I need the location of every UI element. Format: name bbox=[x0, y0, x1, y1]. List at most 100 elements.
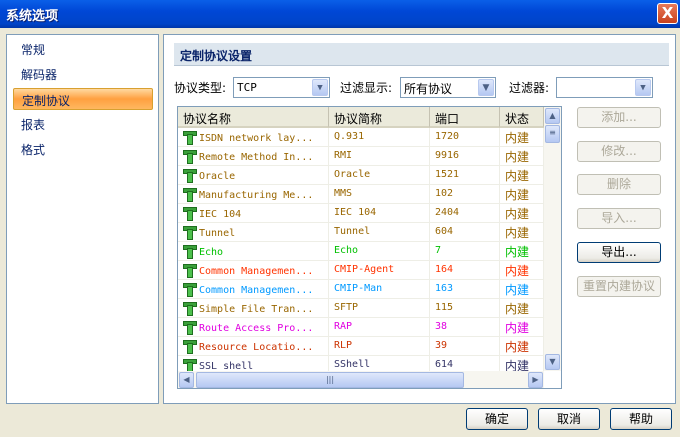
cell-status: 内建 bbox=[500, 166, 544, 185]
cell-status: 内建 bbox=[500, 242, 544, 261]
cell-text: IEC 104 bbox=[199, 209, 242, 220]
filter-select[interactable]: ▼ bbox=[556, 77, 653, 98]
cell-abbr: IEC 104 bbox=[329, 204, 430, 223]
table-row[interactable]: Resource Locatio... RLP 39 内建 bbox=[178, 337, 544, 356]
protocol-table: 协议名称 协议简称 端口 状态 ISDN network lay... Q.931… bbox=[177, 106, 562, 389]
sidebar-item[interactable]: 解码器 bbox=[13, 63, 153, 85]
cell-text: 9916 bbox=[435, 150, 460, 161]
scroll-right-icon[interactable]: ▶ bbox=[528, 372, 543, 388]
table-row[interactable]: ISDN network lay... Q.931 1720 内建 bbox=[178, 128, 544, 147]
scroll-thumb[interactable]: ≡ bbox=[545, 125, 560, 143]
column-header-port[interactable]: 端口 bbox=[430, 107, 500, 128]
cell-abbr: MMS bbox=[329, 185, 430, 204]
close-button[interactable]: X bbox=[657, 3, 678, 24]
cell-name: Oracle bbox=[178, 166, 329, 185]
table-row[interactable]: IEC 104 IEC 104 2404 内建 bbox=[178, 204, 544, 223]
sidebar-item[interactable]: 定制协议 bbox=[13, 88, 153, 110]
column-header-abbr[interactable]: 协议简称 bbox=[329, 107, 430, 128]
cancel-button[interactable]: 取消 bbox=[538, 408, 600, 430]
add-button[interactable]: 添加... bbox=[577, 107, 661, 128]
table-row[interactable]: Common Managemen... CMIP-Man 163 内建 bbox=[178, 280, 544, 299]
protocol-icon bbox=[183, 264, 197, 278]
cell-text: CMIP-Agent bbox=[334, 264, 395, 275]
cell-port: 38 bbox=[430, 318, 500, 337]
cell-abbr: RMI bbox=[329, 147, 430, 166]
help-button[interactable]: 帮助 bbox=[610, 408, 672, 430]
column-header-name[interactable]: 协议名称 bbox=[178, 107, 329, 128]
cell-abbr: Oracle bbox=[329, 166, 430, 185]
cell-text: 1720 bbox=[435, 131, 460, 142]
protocol-icon bbox=[183, 131, 197, 145]
cell-text: CMIP-Man bbox=[334, 283, 383, 294]
table-row[interactable]: Remote Method In... RMI 9916 内建 bbox=[178, 147, 544, 166]
table-row[interactable]: Oracle Oracle 1521 内建 bbox=[178, 166, 544, 185]
export-button[interactable]: 导出... bbox=[577, 242, 661, 263]
cell-abbr: Echo bbox=[329, 242, 430, 261]
cell-text: RMI bbox=[334, 150, 353, 161]
protocol-icon bbox=[183, 150, 197, 164]
cell-name: ISDN network lay... bbox=[178, 128, 329, 147]
cell-text: 内建 bbox=[505, 283, 530, 297]
reset-builtin-button[interactable]: 重置内建协议 bbox=[577, 276, 661, 297]
sidebar: 常规解码器定制协议报表格式 bbox=[6, 34, 159, 404]
cell-name: Common Managemen... bbox=[178, 261, 329, 280]
edit-button[interactable]: 修改... bbox=[577, 141, 661, 162]
sidebar-item[interactable]: 报表 bbox=[13, 113, 153, 135]
cell-name: Echo bbox=[178, 242, 329, 261]
cell-text: 1521 bbox=[435, 169, 460, 180]
cell-text: 115 bbox=[435, 302, 454, 313]
cell-status: 内建 bbox=[500, 337, 544, 356]
protocol-icon bbox=[183, 188, 197, 202]
table-row[interactable]: Simple File Tran... SFTP 115 内建 bbox=[178, 299, 544, 318]
scroll-up-icon[interactable]: ▲ bbox=[545, 108, 560, 124]
vertical-scrollbar[interactable]: ▲ ≡ ▼ bbox=[544, 107, 561, 371]
cell-text: Resource Locatio... bbox=[199, 342, 314, 353]
sidebar-item[interactable]: 格式 bbox=[13, 138, 153, 160]
sidebar-item[interactable]: 常规 bbox=[13, 38, 153, 60]
protocol-icon bbox=[183, 359, 197, 373]
cell-status: 内建 bbox=[500, 261, 544, 280]
cell-text: Oracle bbox=[334, 169, 371, 180]
cell-text: 内建 bbox=[505, 226, 530, 240]
filter-display-select[interactable]: 所有协议 ▼ bbox=[400, 77, 496, 98]
delete-button[interactable]: 删除 bbox=[577, 174, 661, 195]
cell-name: Manufacturing Me... bbox=[178, 185, 329, 204]
table-row[interactable]: Echo Echo 7 内建 bbox=[178, 242, 544, 261]
cell-text: Remote Method In... bbox=[199, 152, 314, 163]
cell-text: MMS bbox=[334, 188, 353, 199]
table-row[interactable]: Common Managemen... CMIP-Agent 164 内建 bbox=[178, 261, 544, 280]
table-row[interactable]: Manufacturing Me... MMS 102 内建 bbox=[178, 185, 544, 204]
cell-port: 102 bbox=[430, 185, 500, 204]
h-scroll-thumb[interactable]: ||| bbox=[196, 372, 464, 388]
cell-text: 614 bbox=[435, 359, 454, 370]
protocol-type-select[interactable]: TCP ▼ bbox=[233, 77, 330, 98]
cell-text: 164 bbox=[435, 264, 454, 275]
scroll-down-icon[interactable]: ▼ bbox=[545, 354, 560, 370]
column-header-status[interactable]: 状态 bbox=[500, 107, 544, 128]
cell-text: Oracle bbox=[199, 171, 236, 182]
cell-port: 7 bbox=[430, 242, 500, 261]
cell-abbr: RAP bbox=[329, 318, 430, 337]
cell-text: Tunnel bbox=[334, 226, 371, 237]
window-title: 系统选项 bbox=[6, 9, 59, 24]
cell-text: 604 bbox=[435, 226, 454, 237]
import-button[interactable]: 导入... bbox=[577, 208, 661, 229]
cell-status: 内建 bbox=[500, 128, 544, 147]
scroll-left-icon[interactable]: ◀ bbox=[179, 372, 194, 388]
cell-text: 内建 bbox=[505, 302, 530, 316]
cell-text: 38 bbox=[435, 321, 448, 332]
cell-abbr: CMIP-Man bbox=[329, 280, 430, 299]
cell-text: IEC 104 bbox=[334, 207, 377, 218]
table-row[interactable]: Route Access Pro... RAP 38 内建 bbox=[178, 318, 544, 337]
cell-name: Common Managemen... bbox=[178, 280, 329, 299]
cell-text: RLP bbox=[334, 340, 353, 351]
ok-button[interactable]: 确定 bbox=[466, 408, 528, 430]
table-row[interactable]: Tunnel Tunnel 604 内建 bbox=[178, 223, 544, 242]
horizontal-scrollbar[interactable]: ◀ ||| ▶ bbox=[178, 371, 544, 388]
cell-text: Common Managemen... bbox=[199, 285, 314, 296]
section-header: 定制协议设置 bbox=[174, 43, 669, 66]
cell-port: 1720 bbox=[430, 128, 500, 147]
cell-text: SFTP bbox=[334, 302, 359, 313]
filter-label: 过滤器: bbox=[509, 81, 550, 95]
filter-display-value: 所有协议 bbox=[404, 82, 453, 96]
